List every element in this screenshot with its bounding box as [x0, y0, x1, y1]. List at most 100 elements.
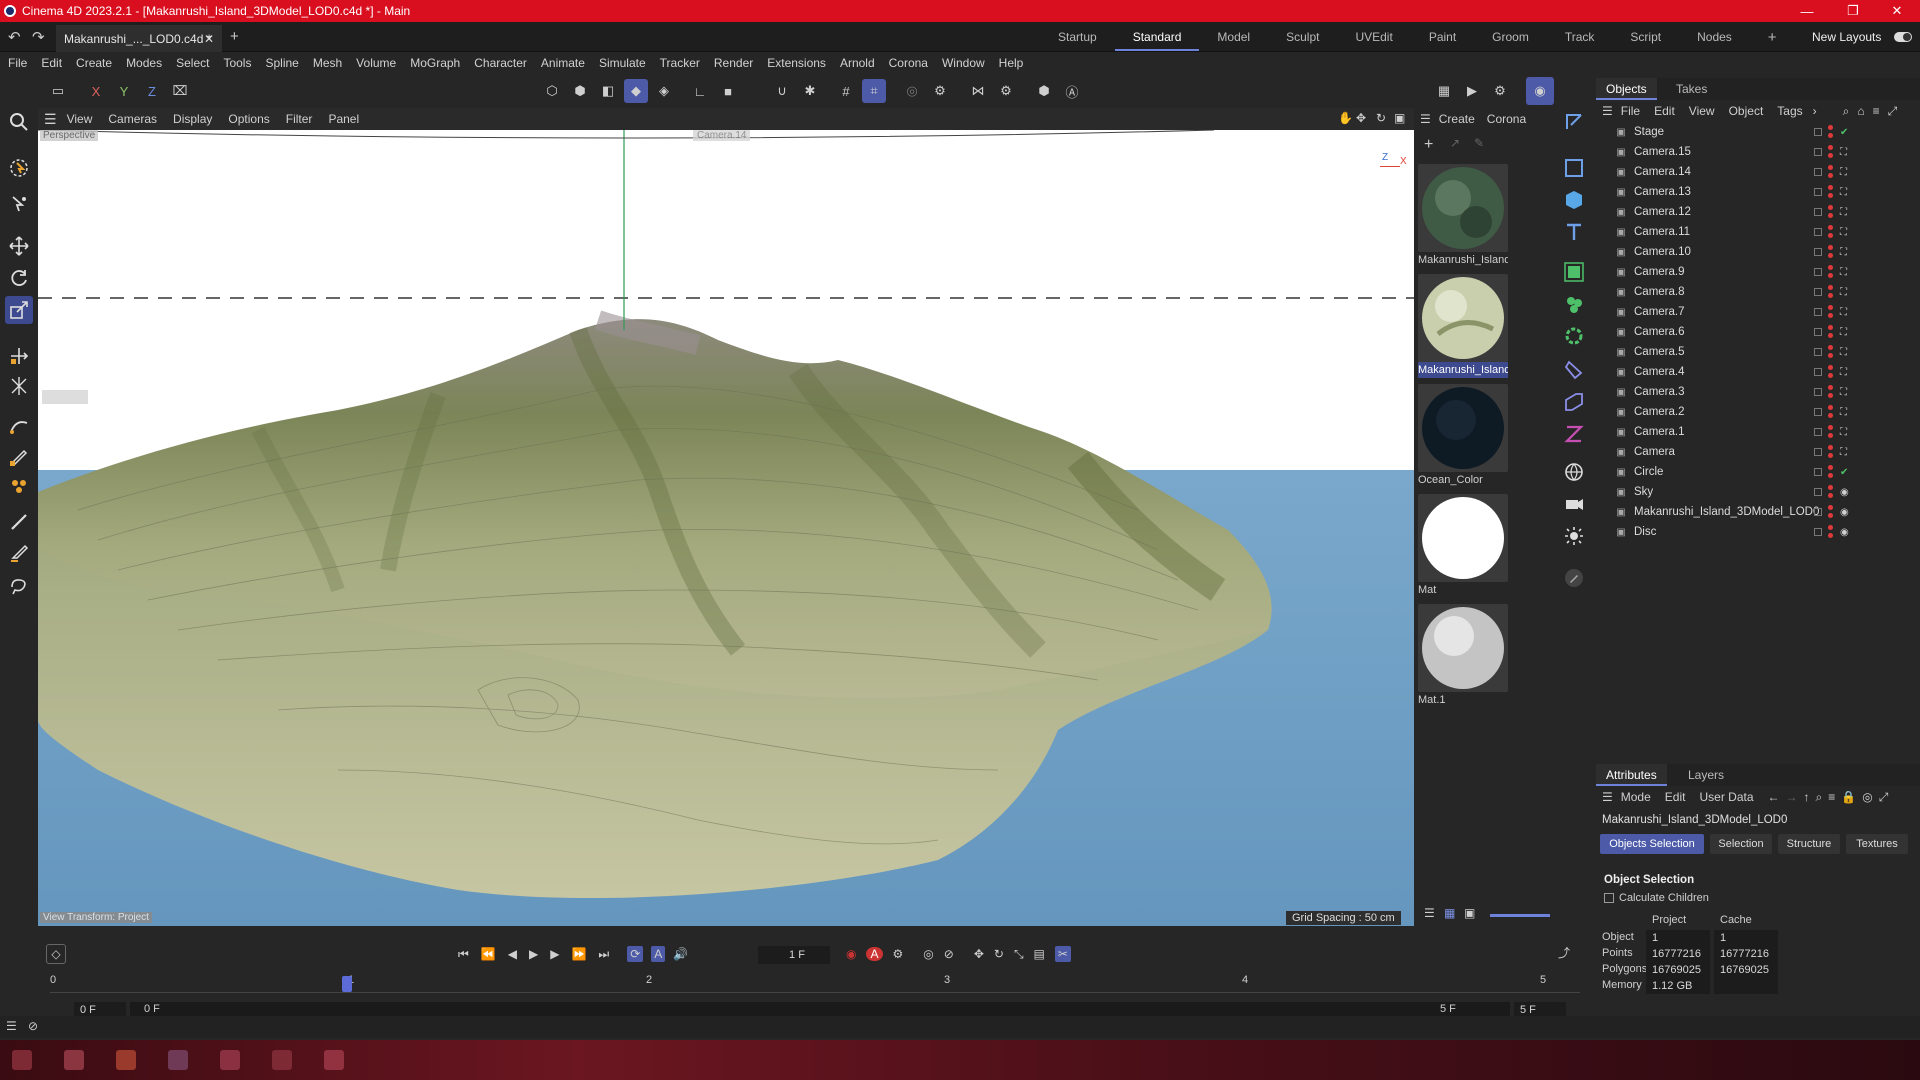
tag-icon[interactable]: ⛶ — [1840, 307, 1847, 318]
tag-icon[interactable]: ⛶ — [1840, 347, 1847, 358]
vp-menu-options[interactable]: Options — [228, 112, 269, 126]
redo-icon[interactable]: ↷ — [32, 28, 45, 46]
subtab-structure[interactable]: Structure — [1778, 834, 1840, 854]
attr-menu-edit[interactable]: Edit — [1665, 790, 1686, 804]
3d-viewport[interactable]: Perspective Camera.14 Z X View Transform… — [38, 130, 1414, 926]
object-row[interactable]: ▣ Camera.11 ⛶ — [1596, 222, 1920, 242]
prev-key-icon[interactable]: ⏪ — [481, 947, 496, 961]
taskbar-app-icon[interactable] — [220, 1050, 240, 1070]
layer-toggle-icon[interactable] — [1814, 128, 1822, 136]
layer-toggle-icon[interactable] — [1814, 448, 1822, 456]
taskbar-app-icon[interactable] — [116, 1050, 136, 1070]
param-key-icon[interactable]: ⤡ — [1014, 947, 1024, 962]
grid-view-icon[interactable]: ▦ — [1444, 906, 1455, 920]
cube-icon[interactable] — [1560, 186, 1588, 214]
volume-icon[interactable] — [1560, 420, 1588, 448]
goto-start-icon[interactable]: ⏮ — [458, 947, 469, 962]
tag-icon[interactable]: ⛶ — [1840, 367, 1847, 378]
editor-visibility-dot[interactable] — [1828, 205, 1833, 210]
render-visibility-dot[interactable] — [1828, 293, 1833, 298]
fcurve-icon[interactable]: ⤴ — [1558, 944, 1570, 961]
render-visibility-dot[interactable] — [1828, 493, 1833, 498]
tag-icon[interactable]: ⛶ — [1840, 147, 1847, 158]
model-mode-icon[interactable]: ◆ — [624, 79, 648, 103]
field-icon[interactable] — [1560, 388, 1588, 416]
layer-toggle-icon[interactable] — [1814, 368, 1822, 376]
object-row[interactable]: ▣ Camera.1 ⛶ — [1596, 422, 1920, 442]
taskbar-app-icon[interactable] — [324, 1050, 344, 1070]
search-icon[interactable] — [5, 108, 33, 136]
render-visibility-dot[interactable] — [1828, 313, 1833, 318]
render-visibility-dot[interactable] — [1828, 413, 1833, 418]
obj-menu-tags[interactable]: Tags — [1777, 104, 1802, 118]
tag-icon[interactable]: ◉ — [1840, 487, 1849, 498]
home-icon[interactable]: ⌂ — [1857, 104, 1864, 118]
layout-toggle[interactable] — [1894, 32, 1912, 42]
vp-menu-filter[interactable]: Filter — [286, 112, 313, 126]
layout-tab-paint[interactable]: Paint — [1411, 30, 1474, 44]
objects-hamburger-icon[interactable]: ☰ — [1602, 104, 1613, 118]
paint-brush-icon[interactable] — [5, 508, 33, 536]
menu-extensions[interactable]: Extensions — [767, 56, 826, 70]
mat-menu-corona[interactable]: Corona — [1487, 112, 1526, 126]
workplane-icon[interactable]: ⌗ — [862, 79, 886, 103]
editor-visibility-dot[interactable] — [1828, 505, 1833, 510]
layer-toggle-icon[interactable] — [1814, 468, 1822, 476]
spline-rectangle-icon[interactable] — [1560, 154, 1588, 182]
material-swatch[interactable]: Makanrushi_Island — [1418, 164, 1508, 268]
object-row[interactable]: ▣ Camera.6 ⛶ — [1596, 322, 1920, 342]
text-object-icon[interactable] — [1560, 218, 1588, 246]
object-row[interactable]: ▣ Camera.2 ⛶ — [1596, 402, 1920, 422]
editor-visibility-dot[interactable] — [1828, 445, 1833, 450]
loop-icon[interactable]: ⟳ — [627, 946, 644, 962]
render-visibility-dot[interactable] — [1828, 253, 1833, 258]
coordinate-system-icon[interactable]: ⌧ — [168, 79, 192, 103]
scale-tool-icon[interactable] — [5, 296, 33, 324]
menu-volume[interactable]: Volume — [356, 56, 396, 70]
material-link-icon[interactable]: ↗ — [1450, 136, 1460, 150]
obj-menu-object[interactable]: Object — [1729, 104, 1764, 118]
editor-visibility-dot[interactable] — [1828, 165, 1833, 170]
camera-view-icon[interactable]: ▭ — [46, 79, 70, 103]
object-row[interactable]: ▣ Camera.12 ⛶ — [1596, 202, 1920, 222]
restore-button[interactable]: ❐ — [1830, 0, 1876, 22]
tab-takes[interactable]: Takes — [1666, 78, 1717, 100]
render-visibility-dot[interactable] — [1828, 513, 1833, 518]
editor-visibility-dot[interactable] — [1828, 285, 1833, 290]
maximize-view-icon[interactable]: ▣ — [1394, 111, 1405, 125]
light-object-icon[interactable] — [1560, 522, 1588, 550]
taskbar-app-icon[interactable] — [168, 1050, 188, 1070]
layout-tab-track[interactable]: Track — [1547, 30, 1613, 44]
menu-edit[interactable]: Edit — [41, 56, 62, 70]
undo-icon[interactable]: ↶ — [8, 28, 21, 46]
render-settings-icon[interactable]: ⚙ — [1488, 79, 1512, 103]
object-row[interactable]: ▣ Camera ⛶ — [1596, 442, 1920, 462]
tag-icon[interactable]: ⛶ — [1840, 227, 1847, 238]
move-view-icon[interactable]: ✥ — [1356, 111, 1366, 125]
object-row[interactable]: ▣ Stage ✔ — [1596, 122, 1920, 142]
back-arrow-icon[interactable]: ← — [1768, 790, 1780, 804]
selection-tools-icon[interactable] — [5, 190, 33, 218]
layer-toggle-icon[interactable] — [1814, 328, 1822, 336]
hud-element[interactable] — [42, 390, 88, 404]
menu-animate[interactable]: Animate — [541, 56, 585, 70]
object-row[interactable]: ▣ Camera.15 ⛶ — [1596, 142, 1920, 162]
vp-menu-cameras[interactable]: Cameras — [108, 112, 157, 126]
render-picture-viewer-icon[interactable]: ▶ — [1460, 79, 1484, 103]
material-swatch[interactable]: Mat — [1418, 494, 1508, 598]
render-visibility-dot[interactable] — [1828, 213, 1833, 218]
editor-visibility-dot[interactable] — [1828, 485, 1833, 490]
object-row[interactable]: ▣ Camera.3 ⛶ — [1596, 382, 1920, 402]
layout-tab-standard[interactable]: Standard — [1114, 23, 1200, 51]
render-region-icon[interactable]: ◎ — [900, 79, 924, 103]
render-visibility-dot[interactable] — [1828, 193, 1833, 198]
new-layouts-button[interactable]: New Layouts — [1812, 30, 1881, 44]
tag-icon[interactable]: ⛶ — [1840, 427, 1847, 438]
material-swatch[interactable]: Mat.1 — [1418, 604, 1508, 708]
sound-icon[interactable]: 🔊 — [673, 947, 688, 961]
object-row[interactable]: ▣ Camera.8 ⛶ — [1596, 282, 1920, 302]
knife-tool-icon[interactable] — [5, 538, 33, 566]
preview-size-slider[interactable] — [1490, 914, 1550, 917]
layer-toggle-icon[interactable] — [1814, 348, 1822, 356]
object-row[interactable]: ▣ Makanrushi_Island_3DModel_LOD0 ◉ — [1596, 502, 1920, 522]
